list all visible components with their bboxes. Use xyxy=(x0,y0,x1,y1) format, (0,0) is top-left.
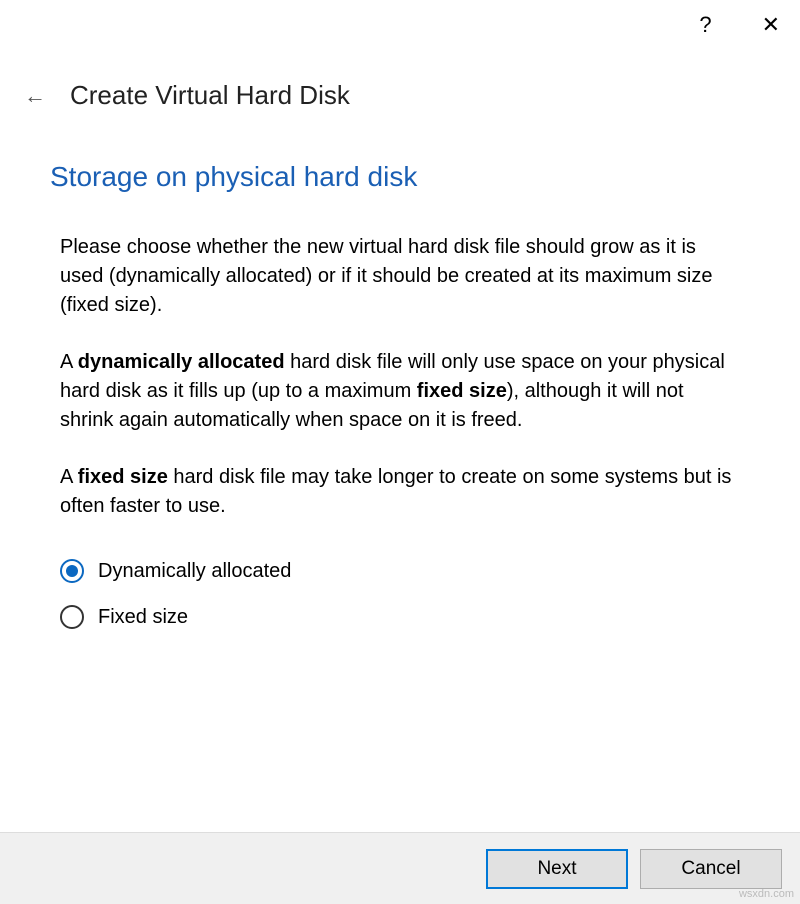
radio-icon xyxy=(60,605,84,629)
help-icon[interactable]: ? xyxy=(699,14,711,36)
watermark: wsxdn.com xyxy=(739,888,794,900)
radio-label-fixed: Fixed size xyxy=(98,606,188,629)
cancel-button[interactable]: Cancel xyxy=(640,849,782,889)
radio-option-dynamic[interactable]: Dynamically allocated xyxy=(60,559,740,583)
bold-dynamic: dynamically allocated xyxy=(78,351,285,373)
content-area: Storage on physical hard disk Please cho… xyxy=(0,111,800,629)
wizard-header: ← Create Virtual Hard Disk xyxy=(0,50,800,111)
bold-fixed-size: fixed size xyxy=(417,380,507,402)
radio-option-fixed[interactable]: Fixed size xyxy=(60,605,740,629)
page-title: Create Virtual Hard Disk xyxy=(70,80,350,111)
radio-icon xyxy=(60,559,84,583)
radio-dot-icon xyxy=(66,565,78,577)
radio-label-dynamic: Dynamically allocated xyxy=(98,560,291,583)
wizard-footer: Next Cancel xyxy=(0,832,800,904)
section-heading: Storage on physical hard disk xyxy=(50,161,750,193)
next-button[interactable]: Next xyxy=(486,849,628,889)
bold-fixed: fixed size xyxy=(78,466,168,488)
close-icon[interactable]: ✕ xyxy=(762,14,780,36)
intro-paragraph: Please choose whether the new virtual ha… xyxy=(50,233,750,320)
titlebar: ? ✕ xyxy=(0,0,800,50)
storage-type-radio-group: Dynamically allocated Fixed size xyxy=(50,549,750,629)
dynamic-paragraph: A dynamically allocated hard disk file w… xyxy=(50,348,750,435)
text-fragment: A xyxy=(60,466,78,488)
back-arrow-icon[interactable]: ← xyxy=(20,83,50,109)
text-fragment: A xyxy=(60,351,78,373)
fixed-paragraph: A fixed size hard disk file may take lon… xyxy=(50,463,750,521)
